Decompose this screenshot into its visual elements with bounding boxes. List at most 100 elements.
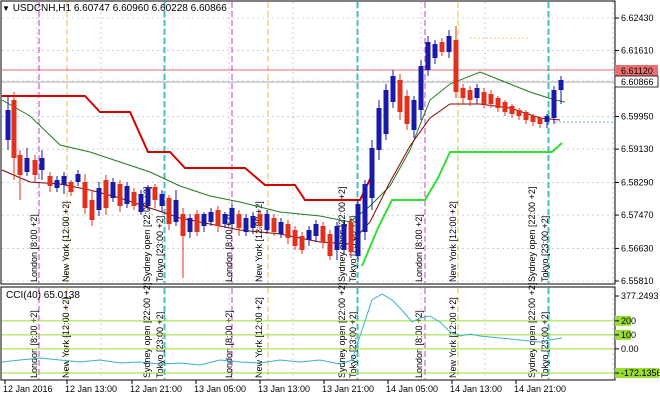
candle-body <box>138 194 144 212</box>
candle-body <box>530 116 536 122</box>
candle-body <box>453 40 459 92</box>
time-axis-label: 12 Jan 13:00 <box>65 384 117 394</box>
candle-body <box>75 174 81 182</box>
candle-body <box>32 160 38 175</box>
candle-body <box>355 204 361 256</box>
candle-body <box>432 44 438 58</box>
candle-body <box>54 180 60 188</box>
chart-title: ▼ USDCNH,H1 6.60747 6.60960 6.60228 6.60… <box>2 3 227 14</box>
candle-body <box>544 116 550 122</box>
candle-body <box>208 212 214 222</box>
price-axis-label: 6.58290 <box>621 177 654 187</box>
cci-panel-frame <box>0 286 616 381</box>
time-axis-label: 14 Jan 21:00 <box>514 384 566 394</box>
candle-body <box>145 188 151 206</box>
session-label: Sydney open [22:00 +2] <box>527 283 537 378</box>
candle-body <box>61 176 67 185</box>
candle-body <box>278 222 284 234</box>
session-label: Tokyo [23:00 +2] <box>155 312 165 378</box>
candle-body <box>320 226 326 242</box>
candle-body <box>327 234 333 256</box>
ohlc-label: 6.60747 6.60960 6.60228 6.60866 <box>73 3 227 14</box>
candle-body <box>446 36 452 52</box>
cci-axis-label: 0.00 <box>621 344 639 354</box>
time-axis-label: 13 Jan 21:00 <box>322 384 374 394</box>
candle-body <box>509 106 515 114</box>
candle-body <box>257 214 263 226</box>
price-axis-label: 6.61610 <box>621 46 654 56</box>
cci-axis-label: -172.1356 <box>621 368 660 378</box>
session-label: London [8:00 +2] <box>29 214 39 282</box>
candle-body <box>474 88 480 98</box>
candle-body <box>439 42 445 52</box>
candle-body <box>215 210 221 226</box>
candle-body <box>348 222 354 252</box>
price-chart[interactable]: London [8:00 +2] London [8:00 +2] New York… <box>0 0 660 400</box>
candle-body <box>103 180 109 208</box>
session-label: New York [12:00 +2] <box>254 201 264 282</box>
candle-body <box>173 200 179 222</box>
candle-body <box>110 182 116 198</box>
ask-price-label: 6.61120 <box>621 66 653 76</box>
candle-body <box>124 186 130 204</box>
session-label: Tokyo [23:00 +2] <box>348 312 358 378</box>
time-axis-label: 12 Jan 2016 <box>3 384 53 394</box>
candle-body <box>243 218 249 232</box>
candle-body <box>362 184 368 232</box>
price-axis-label: 6.55810 <box>621 276 654 286</box>
candle-body <box>292 230 298 246</box>
candle-body <box>418 66 424 110</box>
candle-body <box>222 214 228 224</box>
candle-body <box>460 88 466 98</box>
price-axis-label: 6.57470 <box>621 210 654 220</box>
candle-body <box>537 118 543 124</box>
price-axis-label: 6.59950 <box>621 112 654 122</box>
candle-body <box>390 76 396 102</box>
candle-body <box>334 226 340 250</box>
candle-body <box>502 102 508 112</box>
candle-body <box>159 194 165 206</box>
session-label: Tokyo [23:00 +2] <box>155 216 165 282</box>
candle-body <box>201 214 207 226</box>
candle-body <box>383 90 389 134</box>
time-axis-label: 14 Jan 05:00 <box>386 384 438 394</box>
time-axis-label: 13 Jan 13:00 <box>258 384 310 394</box>
time-axis-label: 13 Jan 05:00 <box>194 384 246 394</box>
main-chart-frame <box>0 0 616 285</box>
session-label: Sydney open [22:00 +2] <box>142 283 152 378</box>
session-label: Sydney open [22:00 +2] <box>527 187 537 282</box>
price-axis-label: 6.62430 <box>621 13 654 23</box>
candle-body <box>467 90 473 100</box>
candle-body <box>397 80 403 112</box>
candle-body <box>404 96 410 124</box>
candle-body <box>96 188 102 210</box>
candle-body <box>180 214 186 236</box>
candle-body <box>117 184 123 206</box>
candle-body <box>11 100 17 158</box>
candle-body <box>264 214 270 230</box>
candle-body <box>131 192 137 206</box>
cci-axis-label: 200 <box>621 316 636 326</box>
candle-body <box>523 112 529 120</box>
cci-title: CCI(40) 65.0138 <box>6 290 80 301</box>
candle-body <box>24 158 30 172</box>
candle-body <box>516 110 522 116</box>
candle-body <box>229 208 235 224</box>
session-label: Tokyo [23:00 +2] <box>540 216 550 282</box>
cci-axis-label: 377.2493 <box>621 291 659 301</box>
candle-body <box>411 100 417 130</box>
candle-body <box>39 158 45 170</box>
session-label: New York [12:00 +2] <box>61 297 71 378</box>
candle-body <box>306 230 312 240</box>
bid-price-label: 6.60866 <box>621 77 654 87</box>
candle-body <box>152 187 158 200</box>
candle-body <box>250 216 256 228</box>
candle-body <box>369 148 375 198</box>
candle-body <box>376 108 382 150</box>
candle-body <box>495 98 501 108</box>
candle-body <box>166 198 172 224</box>
session-label: New York [12:00 +2] <box>61 201 71 282</box>
cci-axis-label: 100 <box>621 330 636 340</box>
candle-body <box>47 176 53 186</box>
triangle-down-icon[interactable]: ▼ <box>2 4 10 13</box>
